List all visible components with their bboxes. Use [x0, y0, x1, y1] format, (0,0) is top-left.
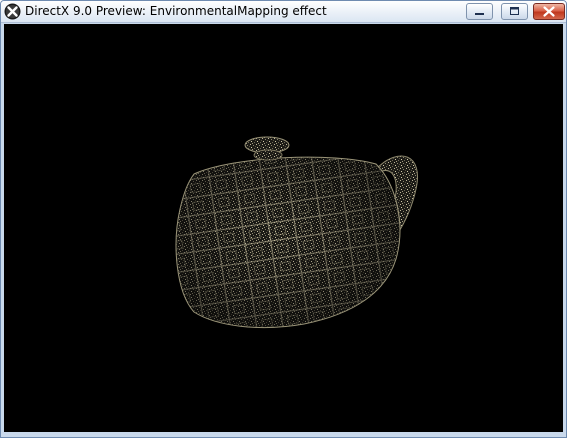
preview-window: DirectX 9.0 Preview: EnvironmentalMappin…	[0, 0, 567, 438]
close-button[interactable]	[533, 3, 565, 20]
teapot-lid	[244, 136, 290, 161]
maximize-button[interactable]	[501, 3, 528, 20]
title-bar[interactable]: DirectX 9.0 Preview: EnvironmentalMappin…	[1, 1, 566, 23]
minimize-button[interactable]	[466, 3, 493, 20]
directx-icon[interactable]	[4, 3, 21, 20]
window-title: DirectX 9.0 Preview: EnvironmentalMappin…	[25, 4, 327, 18]
teapot-body	[175, 156, 401, 329]
close-icon	[543, 6, 555, 17]
render-viewport[interactable]	[4, 24, 563, 432]
teapot-render	[175, 136, 418, 329]
maximize-icon	[510, 7, 519, 15]
minimize-icon	[475, 13, 484, 15]
